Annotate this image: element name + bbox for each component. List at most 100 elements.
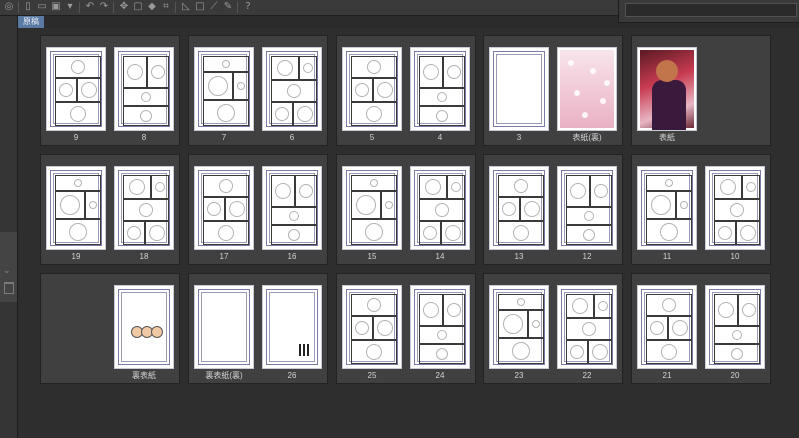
sketch-figure	[370, 179, 378, 187]
tab-document[interactable]: 原稿	[18, 16, 44, 28]
page-thumbnail[interactable]	[637, 47, 697, 131]
sketch-figure	[572, 298, 588, 314]
sketch-figure	[303, 63, 313, 73]
page-thumbnail[interactable]	[114, 47, 174, 131]
cover-illustration	[640, 50, 694, 130]
page-number-label: 6	[289, 133, 295, 142]
left-dock: ⌄	[0, 16, 18, 438]
new-file-icon[interactable]: ▯	[22, 1, 34, 13]
page-thumbnail[interactable]	[342, 285, 402, 369]
sketch-figure	[512, 342, 530, 360]
page-thumbnail[interactable]	[262, 285, 322, 369]
trash-icon[interactable]	[4, 282, 14, 294]
chibi-face	[151, 326, 163, 338]
page-thumbnail[interactable]	[557, 166, 617, 250]
page-thumbnail[interactable]	[46, 47, 106, 131]
sketch-figure	[385, 201, 393, 209]
page-thumbnail[interactable]	[489, 166, 549, 250]
page-thumbnail[interactable]	[194, 285, 254, 369]
page-thumbnail[interactable]	[637, 285, 697, 369]
line-icon[interactable]: ⟋	[208, 1, 220, 13]
panel-field[interactable]	[625, 3, 797, 17]
sketch-figure	[139, 203, 153, 217]
sketch-figure	[287, 84, 301, 98]
toolbar-divider	[79, 2, 80, 13]
page-number-label: 26	[287, 371, 297, 380]
page-thumbnail[interactable]	[557, 285, 617, 369]
chevron-down-icon[interactable]: ⌄	[3, 266, 11, 276]
transform-icon[interactable]: ✥	[118, 1, 130, 13]
page-thumbnail[interactable]	[194, 166, 254, 250]
sketch-figure	[71, 60, 85, 74]
sketch-figure	[447, 303, 461, 317]
dropdown-icon[interactable]: ▾	[64, 1, 76, 13]
page-thumbnail[interactable]	[489, 285, 549, 369]
sketch-figure	[423, 226, 437, 240]
page-thumbnail[interactable]	[114, 285, 174, 369]
toolbar-divider	[237, 2, 238, 13]
sketch-figure	[662, 298, 676, 312]
page-number-label: 表紙(裏)	[572, 133, 602, 142]
page-thumbnail[interactable]	[705, 285, 765, 369]
help-icon[interactable]: ?	[242, 1, 254, 13]
sketch-figure	[665, 179, 673, 187]
sketch-figure	[517, 298, 525, 306]
save-icon[interactable]: ▣	[50, 1, 62, 13]
pen-icon[interactable]: ✎	[222, 1, 234, 13]
page-thumbnail[interactable]	[114, 166, 174, 250]
page-thumbnail[interactable]	[342, 166, 402, 250]
page-thumbnail[interactable]	[342, 47, 402, 131]
page-thumbnail[interactable]	[637, 166, 697, 250]
sketch-figure	[742, 303, 756, 317]
sketch-figure	[746, 182, 756, 192]
sketch-figure	[365, 223, 383, 241]
clear-icon[interactable]: ▢	[132, 1, 144, 13]
page-thumbnail[interactable]	[489, 47, 549, 131]
sparkle	[604, 80, 610, 86]
page-number-label: 15	[367, 252, 377, 261]
crop-icon[interactable]: ⌗	[160, 1, 172, 13]
sketch-figure	[435, 203, 449, 217]
page-number-label: 23	[514, 371, 524, 380]
sketch-figure	[355, 321, 369, 335]
page-thumbnail[interactable]	[410, 285, 470, 369]
page-thumbnail[interactable]	[557, 47, 617, 131]
page-thumbnail[interactable]	[194, 47, 254, 131]
redo-icon[interactable]: ↷	[98, 1, 110, 13]
sketch-figure	[598, 301, 608, 311]
fill-icon[interactable]: ◆	[146, 1, 158, 13]
page-thumbnail[interactable]	[46, 166, 106, 250]
page-number-label: 24	[435, 371, 445, 380]
sketch-figure	[732, 330, 742, 340]
page-thumbnail[interactable]	[410, 47, 470, 131]
sketch-figure	[237, 82, 245, 90]
page-number-label: 表紙	[659, 133, 675, 142]
toolbar-divider	[113, 2, 114, 13]
page-number-label: 25	[367, 371, 377, 380]
sketch-figure	[718, 226, 732, 240]
page-thumbnail[interactable]	[262, 47, 322, 131]
sketch-figure	[514, 179, 528, 193]
ruler-icon[interactable]: ◺	[180, 1, 192, 13]
page-number-label: 16	[287, 252, 297, 261]
sketch-figure	[718, 302, 734, 318]
sketch-figure	[582, 322, 596, 336]
sketch-figure	[277, 60, 293, 76]
page-number-label: 22	[582, 371, 592, 380]
sketch-figure	[423, 302, 439, 318]
sketch-figure	[437, 330, 447, 340]
page-thumbnail[interactable]	[410, 166, 470, 250]
app-icon[interactable]: ◎	[3, 1, 15, 13]
safe-area-guide	[496, 54, 542, 124]
sketch-figure	[437, 92, 447, 102]
open-folder-icon[interactable]: ▭	[36, 1, 48, 13]
sketch-figure	[740, 225, 756, 241]
undo-icon[interactable]: ↶	[84, 1, 96, 13]
page-number-label: 21	[662, 371, 672, 380]
frame-icon[interactable]: □	[194, 1, 206, 13]
sketch-figure	[423, 64, 439, 80]
page-thumbnail[interactable]	[262, 166, 322, 250]
sketch-figure	[720, 179, 736, 195]
sketch-figure	[532, 320, 540, 328]
page-thumbnail[interactable]	[705, 166, 765, 250]
